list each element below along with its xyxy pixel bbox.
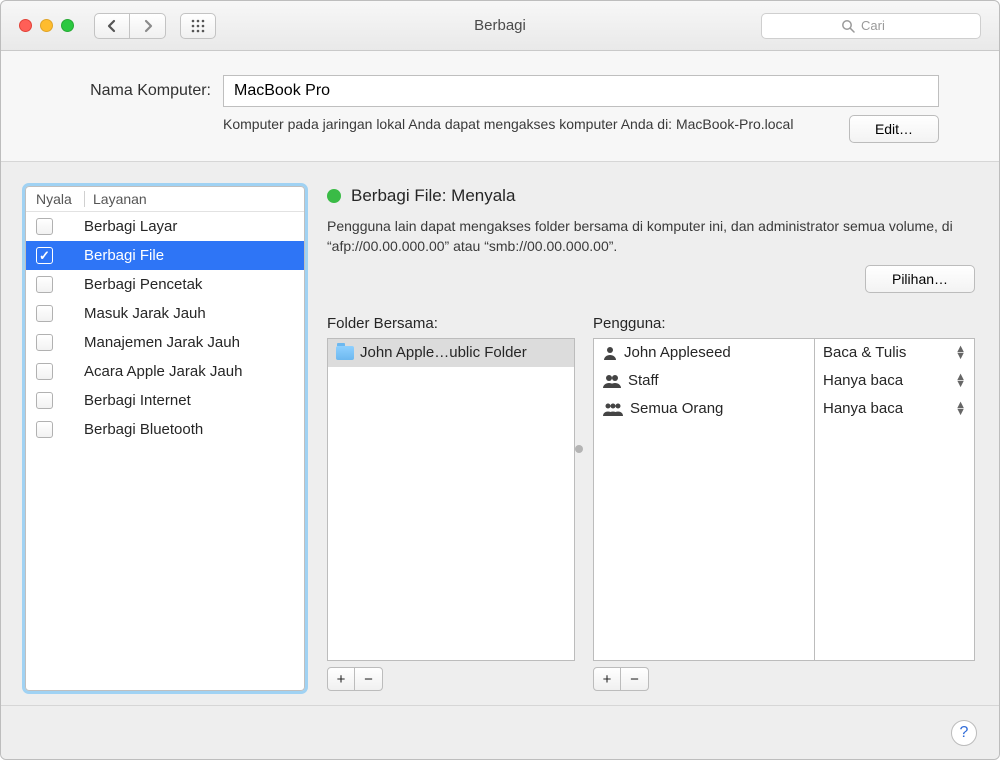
options-button[interactable]: Pilihan… xyxy=(865,265,975,293)
search-icon xyxy=(841,19,855,33)
shared-folders-list[interactable]: John Apple…ublic Folder xyxy=(327,338,575,661)
folder-row[interactable]: John Apple…ublic Folder xyxy=(328,339,574,367)
user-row[interactable]: Staff xyxy=(594,367,814,395)
nav-back-button[interactable] xyxy=(94,13,130,39)
service-label: Berbagi Layar xyxy=(84,218,294,235)
computer-name-help-text: Komputer pada jaringan lokal Anda dapat … xyxy=(223,115,837,135)
show-all-prefs-button[interactable] xyxy=(180,13,216,39)
service-row[interactable]: Acara Apple Jarak Jauh xyxy=(26,357,304,386)
window-footer: ? xyxy=(1,705,999,759)
column-resize-handle[interactable] xyxy=(575,445,583,453)
close-window-button[interactable] xyxy=(19,19,32,32)
service-toggle-checkbox[interactable] xyxy=(36,247,53,264)
permissions-column: Baca & Tulis ▲▼ Hanya baca ▲▼ Hanya baca ▲▼ xyxy=(815,338,975,661)
everyone-icon xyxy=(602,401,624,417)
remove-user-button[interactable]: − xyxy=(621,667,649,691)
stepper-icon: ▲▼ xyxy=(955,346,966,360)
shared-folders-label: Folder Bersama: xyxy=(327,315,575,332)
users-add-remove: + − xyxy=(593,667,975,691)
service-row[interactable]: Berbagi Layar xyxy=(26,212,304,241)
permission-label: Hanya baca xyxy=(823,372,903,389)
user-label: Semua Orang xyxy=(630,400,723,417)
users-column: Pengguna: John Appleseed Staff Semua Orang… xyxy=(593,315,975,691)
status-indicator-dot xyxy=(327,189,341,203)
help-button[interactable]: ? xyxy=(951,720,977,746)
service-row[interactable]: Berbagi Bluetooth xyxy=(26,415,304,444)
service-toggle-checkbox[interactable] xyxy=(36,218,53,235)
service-label: Berbagi Bluetooth xyxy=(84,421,294,438)
service-row[interactable]: Berbagi Pencetak xyxy=(26,270,304,299)
service-row[interactable]: Manajemen Jarak Jauh xyxy=(26,328,304,357)
users-label: Pengguna: xyxy=(593,315,975,332)
services-col-service: Layanan xyxy=(84,191,294,207)
services-col-on: Nyala xyxy=(36,191,84,207)
service-label: Manajemen Jarak Jauh xyxy=(84,334,294,351)
content-area: Nyala Layanan Berbagi Layar Berbagi File B… xyxy=(1,162,999,705)
service-label: Acara Apple Jarak Jauh xyxy=(84,363,294,380)
services-list[interactable]: Nyala Layanan Berbagi Layar Berbagi File B… xyxy=(25,186,305,691)
service-label: Berbagi Internet xyxy=(84,392,294,409)
permission-selector[interactable]: Hanya baca ▲▼ xyxy=(815,395,974,423)
service-row[interactable]: Masuk Jarak Jauh xyxy=(26,299,304,328)
service-label: Masuk Jarak Jauh xyxy=(84,305,294,322)
services-header: Nyala Layanan xyxy=(26,187,304,212)
folders-add-remove: + − xyxy=(327,667,575,691)
service-status-title: Berbagi File: Menyala xyxy=(351,186,515,206)
computer-name-input[interactable] xyxy=(223,75,939,107)
stepper-icon: ▲▼ xyxy=(955,402,966,416)
service-toggle-checkbox[interactable] xyxy=(36,305,53,322)
grid-icon xyxy=(191,19,205,33)
add-user-button[interactable]: + xyxy=(593,667,621,691)
search-input[interactable] xyxy=(861,18,901,33)
group-icon xyxy=(602,373,622,389)
window-traffic-lights xyxy=(19,19,74,32)
person-icon xyxy=(602,345,618,361)
service-row[interactable]: Berbagi File xyxy=(26,241,304,270)
search-field[interactable] xyxy=(761,13,981,39)
permission-selector[interactable]: Hanya baca ▲▼ xyxy=(815,367,974,395)
remove-folder-button[interactable]: − xyxy=(355,667,383,691)
service-toggle-checkbox[interactable] xyxy=(36,421,53,438)
computer-name-label: Nama Komputer: xyxy=(61,82,211,100)
add-folder-button[interactable]: + xyxy=(327,667,355,691)
service-toggle-checkbox[interactable] xyxy=(36,276,53,293)
chevron-left-icon xyxy=(107,19,117,33)
titlebar: Berbagi xyxy=(1,1,999,51)
user-label: John Appleseed xyxy=(624,344,731,361)
nav-forward-button[interactable] xyxy=(130,13,166,39)
nav-back-forward-segment xyxy=(94,13,166,39)
computer-name-section: Nama Komputer: Komputer pada jaringan lo… xyxy=(1,51,999,162)
service-detail-panel: Berbagi File: Menyala Pengguna lain dapa… xyxy=(327,186,975,691)
edit-hostname-button[interactable]: Edit… xyxy=(849,115,939,143)
permission-label: Baca & Tulis xyxy=(823,344,906,361)
shared-folders-column: Folder Bersama: John Apple…ublic Folder … xyxy=(327,315,575,691)
service-toggle-checkbox[interactable] xyxy=(36,392,53,409)
stepper-icon: ▲▼ xyxy=(955,374,966,388)
service-toggle-checkbox[interactable] xyxy=(36,363,53,380)
user-row[interactable]: John Appleseed xyxy=(594,339,814,367)
service-status-description: Pengguna lain dapat mengakses folder ber… xyxy=(327,216,975,257)
user-label: Staff xyxy=(628,372,659,389)
chevron-right-icon xyxy=(143,19,153,33)
service-label: Berbagi File xyxy=(84,247,294,264)
folder-label: John Apple…ublic Folder xyxy=(360,344,527,361)
permission-selector[interactable]: Baca & Tulis ▲▼ xyxy=(815,339,974,367)
user-row[interactable]: Semua Orang xyxy=(594,395,814,423)
zoom-window-button[interactable] xyxy=(61,19,74,32)
folder-icon xyxy=(336,346,354,360)
preferences-window: Berbagi Nama Komputer: Komputer pada jar… xyxy=(0,0,1000,760)
users-list[interactable]: John Appleseed Staff Semua Orang xyxy=(593,338,815,661)
service-toggle-checkbox[interactable] xyxy=(36,334,53,351)
minimize-window-button[interactable] xyxy=(40,19,53,32)
permission-label: Hanya baca xyxy=(823,400,903,417)
service-row[interactable]: Berbagi Internet xyxy=(26,386,304,415)
service-label: Berbagi Pencetak xyxy=(84,276,294,293)
